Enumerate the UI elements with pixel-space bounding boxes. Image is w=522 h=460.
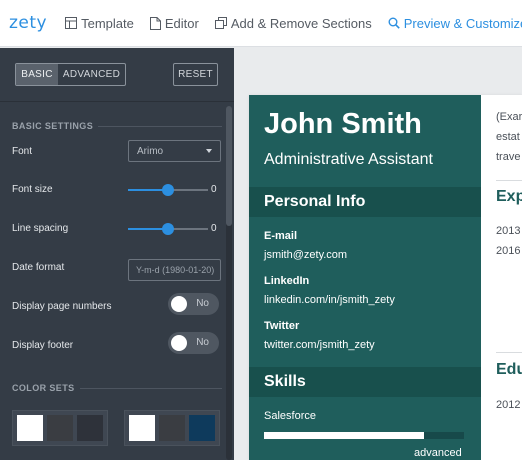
template-icon <box>65 17 78 29</box>
page-numbers-toggle[interactable]: No <box>168 293 219 315</box>
chevron-down-icon <box>206 149 212 153</box>
sidebar-divider <box>0 101 234 102</box>
zety-logo[interactable]: zety <box>9 13 47 33</box>
reset-button[interactable]: RESET <box>173 63 218 86</box>
nav-template-label: Template <box>81 15 134 31</box>
twitter-value: twitter.com/jsmith_zety <box>264 339 375 351</box>
nav-add-remove-sections[interactable]: Add & Remove Sections <box>207 0 380 46</box>
section-rule <box>98 126 222 127</box>
twitter-label: Twitter <box>264 320 300 332</box>
color-swatch <box>159 415 185 441</box>
skill-level-fill <box>264 432 424 439</box>
education-heading: Edu <box>496 361 522 378</box>
education-year: 2012 <box>496 399 521 411</box>
toggle-knob <box>171 335 187 351</box>
date-format-input[interactable]: Y-m-d (1980-01-20) <box>128 259 221 281</box>
summary-line: trave <box>496 151 521 163</box>
document-icon <box>149 16 161 30</box>
resume-right-column: (Exar estat trave Exp 2013 2016 Edu 2012 <box>481 95 522 460</box>
personal-info-heading: Personal Info <box>264 193 366 210</box>
search-icon <box>388 17 400 29</box>
toggle-knob <box>171 296 187 312</box>
nav-editor-label: Editor <box>164 15 199 31</box>
color-swatch <box>129 415 155 441</box>
color-swatch <box>47 415 73 441</box>
footer-label: Display footer <box>12 340 74 351</box>
color-swatch <box>77 415 103 441</box>
skills-band: Skills <box>249 367 481 397</box>
page-numbers-label: Display page numbers <box>12 301 112 312</box>
color-set-2[interactable] <box>124 410 220 446</box>
nav-editor[interactable]: Editor <box>142 0 207 46</box>
skills-heading: Skills <box>264 373 306 390</box>
linkedin-label: LinkedIn <box>264 275 310 287</box>
summary-line: estat <box>496 131 520 143</box>
line-spacing-label: Line spacing <box>12 223 69 234</box>
skill-level-label: advanced <box>414 447 462 459</box>
resume-preview[interactable]: John Smith Administrative Assistant Pers… <box>249 95 522 460</box>
section-rule <box>496 180 522 181</box>
slider-thumb[interactable] <box>162 223 174 235</box>
basic-settings-heading: BASIC SETTINGS <box>12 121 94 131</box>
email-value: jsmith@zety.com <box>264 249 348 261</box>
section-rule <box>496 352 522 353</box>
nav-preview-customize[interactable]: Preview & Customize <box>380 0 522 46</box>
nav-preview-label: Preview & Customize <box>403 15 522 31</box>
sections-icon <box>214 17 227 29</box>
scrollbar-thumb[interactable] <box>226 106 232 226</box>
personal-info-band: Personal Info <box>249 187 481 217</box>
tab-advanced[interactable]: ADVANCED <box>58 64 125 85</box>
line-spacing-slider[interactable] <box>128 223 208 235</box>
font-size-label: Font size <box>12 184 53 195</box>
date-format-label: Date format <box>12 262 65 273</box>
experience-year: 2013 <box>496 225 521 237</box>
section-rule <box>80 388 222 389</box>
resume-left-column: John Smith Administrative Assistant Pers… <box>249 95 481 460</box>
slider-thumb[interactable] <box>162 184 174 196</box>
color-sets-heading: COLOR SETS <box>12 383 75 393</box>
linkedin-value: linkedin.com/in/jsmith_zety <box>264 294 395 306</box>
nav-sections-label: Add & Remove Sections <box>230 15 372 31</box>
tab-basic[interactable]: BASIC <box>16 64 58 85</box>
nav-template[interactable]: Template <box>57 0 142 46</box>
font-size-slider[interactable] <box>128 184 208 196</box>
summary-line: (Exar <box>496 111 522 123</box>
customize-sidebar: BASIC ADVANCED RESET BASIC SETTINGS Font… <box>0 48 234 460</box>
mode-toggle: BASIC ADVANCED <box>15 63 126 86</box>
resume-name: John Smith <box>264 108 422 140</box>
font-size-value: 0 <box>211 184 217 195</box>
font-select-value: Arimo <box>137 145 164 157</box>
page-numbers-toggle-value: No <box>196 298 209 309</box>
footer-toggle[interactable]: No <box>168 332 219 354</box>
experience-heading: Exp <box>496 188 522 205</box>
color-swatch <box>17 415 43 441</box>
font-select[interactable]: Arimo <box>128 140 221 162</box>
color-swatch <box>189 415 215 441</box>
top-navigation-bar: zety Template Editor Add & Remove Sectio… <box>0 0 522 47</box>
skill-name: Salesforce <box>264 410 316 422</box>
color-set-1[interactable] <box>12 410 108 446</box>
experience-year: 2016 <box>496 245 521 257</box>
skill-level-bar <box>264 432 464 439</box>
email-label: E-mail <box>264 230 298 242</box>
font-label: Font <box>12 146 33 157</box>
line-spacing-value: 0 <box>211 223 217 234</box>
sidebar-scrollbar[interactable] <box>226 106 232 460</box>
resume-job-title: Administrative Assistant <box>264 151 433 168</box>
footer-toggle-value: No <box>196 337 209 348</box>
